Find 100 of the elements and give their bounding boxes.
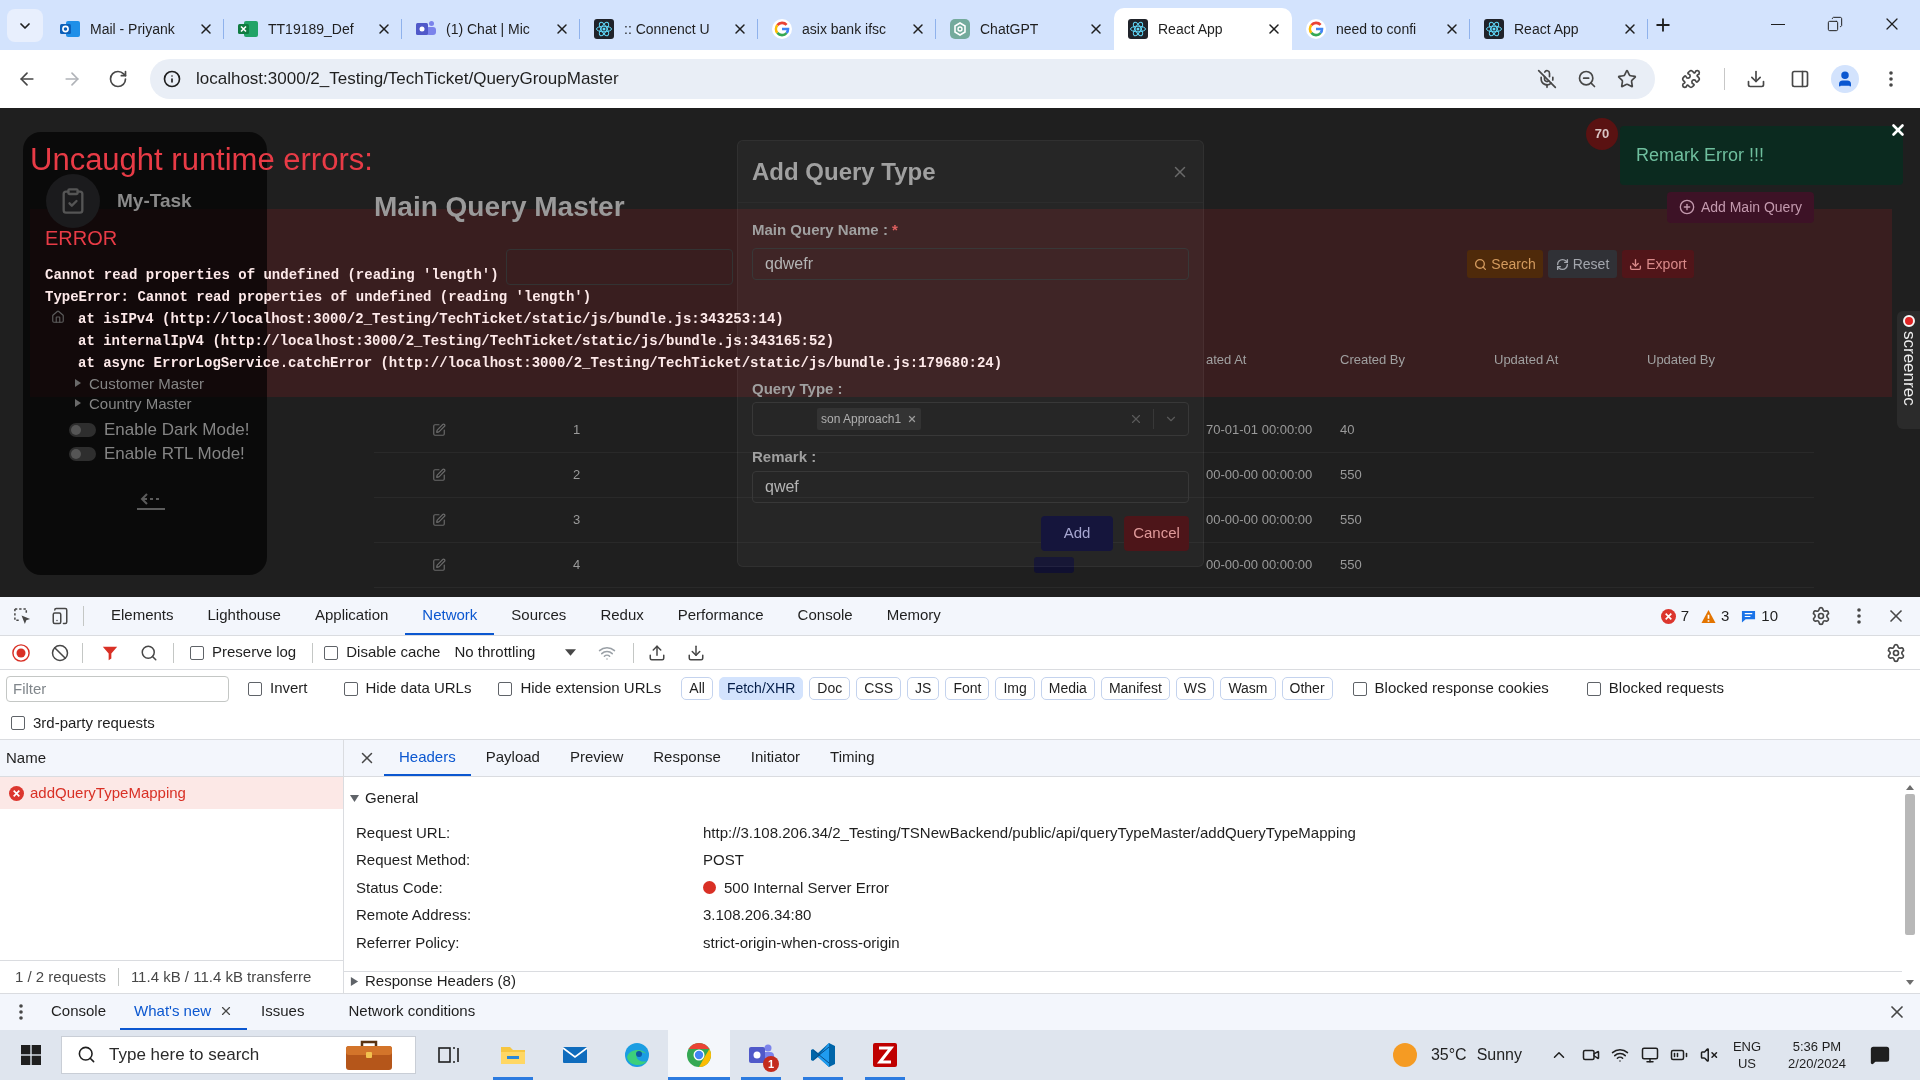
multi-select-field[interactable]: son Approach1 xyxy=(752,402,1189,436)
clock[interactable]: 5:36 PM 2/20/2024 xyxy=(1777,1038,1857,1072)
panel-tab[interactable]: Performance xyxy=(660,597,781,635)
request-row[interactable]: addQueryTypeMapping xyxy=(0,777,343,809)
edit-icon[interactable] xyxy=(432,513,446,527)
type-filter-chip[interactable]: Doc xyxy=(809,677,851,700)
wifi-icon[interactable] xyxy=(1611,1046,1629,1064)
speaker-muted-icon[interactable] xyxy=(1700,1046,1718,1064)
close-icon[interactable] xyxy=(732,21,748,37)
scroll-up-icon xyxy=(1905,785,1914,790)
panel-tab[interactable]: Lighthouse xyxy=(190,597,298,635)
checkbox[interactable] xyxy=(190,645,204,660)
remove-icon[interactable] xyxy=(907,414,918,424)
toggle-switch[interactable] xyxy=(69,423,96,437)
submit-button[interactable]: Add xyxy=(1041,516,1113,551)
drawer-tab[interactable]: Issues xyxy=(247,994,319,1030)
panel-tab[interactable]: Sources xyxy=(494,597,584,635)
detail-tab[interactable]: Response xyxy=(638,740,736,776)
type-filter-chip[interactable]: Manifest xyxy=(1100,677,1170,700)
close-icon[interactable] xyxy=(198,21,214,37)
tab-search-button[interactable] xyxy=(7,9,43,42)
checkbox[interactable] xyxy=(1352,681,1367,696)
close-icon[interactable] xyxy=(554,21,570,37)
panel-tab[interactable]: Network xyxy=(405,597,495,635)
checkbox[interactable] xyxy=(11,716,25,730)
type-filter-chip[interactable]: CSS xyxy=(856,677,902,700)
detail-tab[interactable]: Timing xyxy=(815,740,890,776)
close-icon[interactable] xyxy=(1088,21,1104,37)
action-button[interactable]: Export xyxy=(1622,250,1694,278)
issue-count-button[interactable]: 10 xyxy=(1739,604,1780,628)
panel-tab[interactable]: Redux xyxy=(583,597,661,635)
header-value: strict-origin-when-cross-origin xyxy=(703,932,900,953)
type-filter-chip[interactable]: WS xyxy=(1175,677,1215,700)
windows-icon xyxy=(20,1045,41,1065)
microphone-off-icon xyxy=(1537,69,1557,89)
dialog-title: Add Query Type xyxy=(752,156,936,187)
drawer-tab[interactable]: Network conditions xyxy=(334,994,490,1030)
monitor-icon[interactable] xyxy=(1641,1046,1659,1064)
issue-count-button[interactable]: 3 xyxy=(1698,604,1732,628)
stack-frame: at async ErrorLogService.catchError (http://localhost:3000/2_Testing/TechTicket/static/js/bundle.js:179680:24) xyxy=(78,352,1003,374)
type-filter-chip[interactable]: Font xyxy=(945,677,990,700)
edit-icon[interactable] xyxy=(432,423,446,437)
type-filter-chip[interactable]: All xyxy=(681,677,713,700)
action-button[interactable]: Reset xyxy=(1548,250,1617,278)
close-icon[interactable] xyxy=(1266,21,1282,37)
type-filter-chip[interactable]: Other xyxy=(1281,677,1333,700)
panel-tab[interactable]: Application xyxy=(297,597,406,635)
scrollbar-thumb[interactable] xyxy=(1904,794,1915,935)
issue-count-button[interactable]: 7 xyxy=(1658,604,1691,628)
type-filter-chip[interactable]: Media xyxy=(1040,677,1095,700)
notification-icon xyxy=(1870,1045,1890,1065)
close-button[interactable] xyxy=(1889,121,1907,139)
type-filter-chip[interactable]: Wasm xyxy=(1220,677,1276,700)
close-icon[interactable] xyxy=(1444,21,1460,37)
close-icon[interactable] xyxy=(910,21,926,37)
detail-tab[interactable]: Headers xyxy=(384,740,471,776)
taskbar-app-button[interactable]: 1 xyxy=(730,1030,792,1080)
toggle-switch[interactable] xyxy=(69,447,96,461)
type-filter-chip[interactable]: Img xyxy=(995,677,1035,700)
edit-icon[interactable] xyxy=(432,558,446,572)
address-bar[interactable]: localhost:3000/2_Testing/TechTicket/QueryGroupMaster xyxy=(150,59,1655,99)
detail-tab[interactable]: Preview xyxy=(554,740,639,776)
detail-tab[interactable]: Initiator xyxy=(735,740,816,776)
taskbar-app-button[interactable] xyxy=(668,1030,730,1080)
cancel-button[interactable]: Cancel xyxy=(1124,516,1189,551)
filter-field[interactable]: Filter xyxy=(6,675,229,702)
nav-sub-item[interactable]: Customer Master xyxy=(75,373,205,393)
text-field[interactable]: qwef xyxy=(752,471,1189,503)
edit-icon[interactable] xyxy=(432,468,446,482)
language-indicator[interactable]: ENG US xyxy=(1727,1038,1767,1072)
detail-tab[interactable]: Payload xyxy=(470,740,555,776)
throttling-dropdown[interactable]: No throttling xyxy=(454,639,577,666)
drawer-tab[interactable]: Console xyxy=(37,994,121,1030)
type-filter-chip[interactable]: Fetch/XHR xyxy=(718,677,804,700)
collapse-button[interactable] xyxy=(135,490,167,510)
checkbox[interactable] xyxy=(324,645,339,660)
checkbox[interactable] xyxy=(1586,681,1601,696)
close-icon[interactable] xyxy=(376,21,392,37)
checkbox[interactable] xyxy=(343,681,358,696)
panel-tab[interactable]: Elements xyxy=(94,597,191,635)
header-name: Request Method: xyxy=(356,850,472,870)
restore-icon xyxy=(1826,16,1843,32)
checkbox[interactable] xyxy=(248,681,262,696)
panel-tab[interactable]: Memory xyxy=(869,597,958,635)
section-header[interactable]: Response Headers (8) xyxy=(350,971,516,992)
type-filter-chip[interactable]: JS xyxy=(907,677,940,700)
panel-tab[interactable]: Console xyxy=(780,597,870,635)
browser-tab[interactable]: React App xyxy=(1114,8,1292,50)
action-button[interactable]: Search xyxy=(1467,250,1543,278)
error-message: TypeError: Cannot read properties of undefined (reading 'length') xyxy=(45,288,592,307)
selected-chip[interactable]: son Approach1 xyxy=(817,408,922,430)
checkbox[interactable] xyxy=(498,681,513,696)
close-icon[interactable] xyxy=(1622,21,1638,37)
browser-icon xyxy=(623,1041,651,1069)
recorder-widget[interactable]: screenrec xyxy=(1897,311,1920,429)
section-header[interactable]: General xyxy=(350,788,419,808)
nav-sub-item[interactable]: Country Master xyxy=(75,393,192,413)
add-main-query-button[interactable]: Add Main Query xyxy=(1667,191,1814,223)
side-panel-icon xyxy=(1790,69,1810,89)
text-field[interactable]: qdwefr xyxy=(752,248,1189,280)
